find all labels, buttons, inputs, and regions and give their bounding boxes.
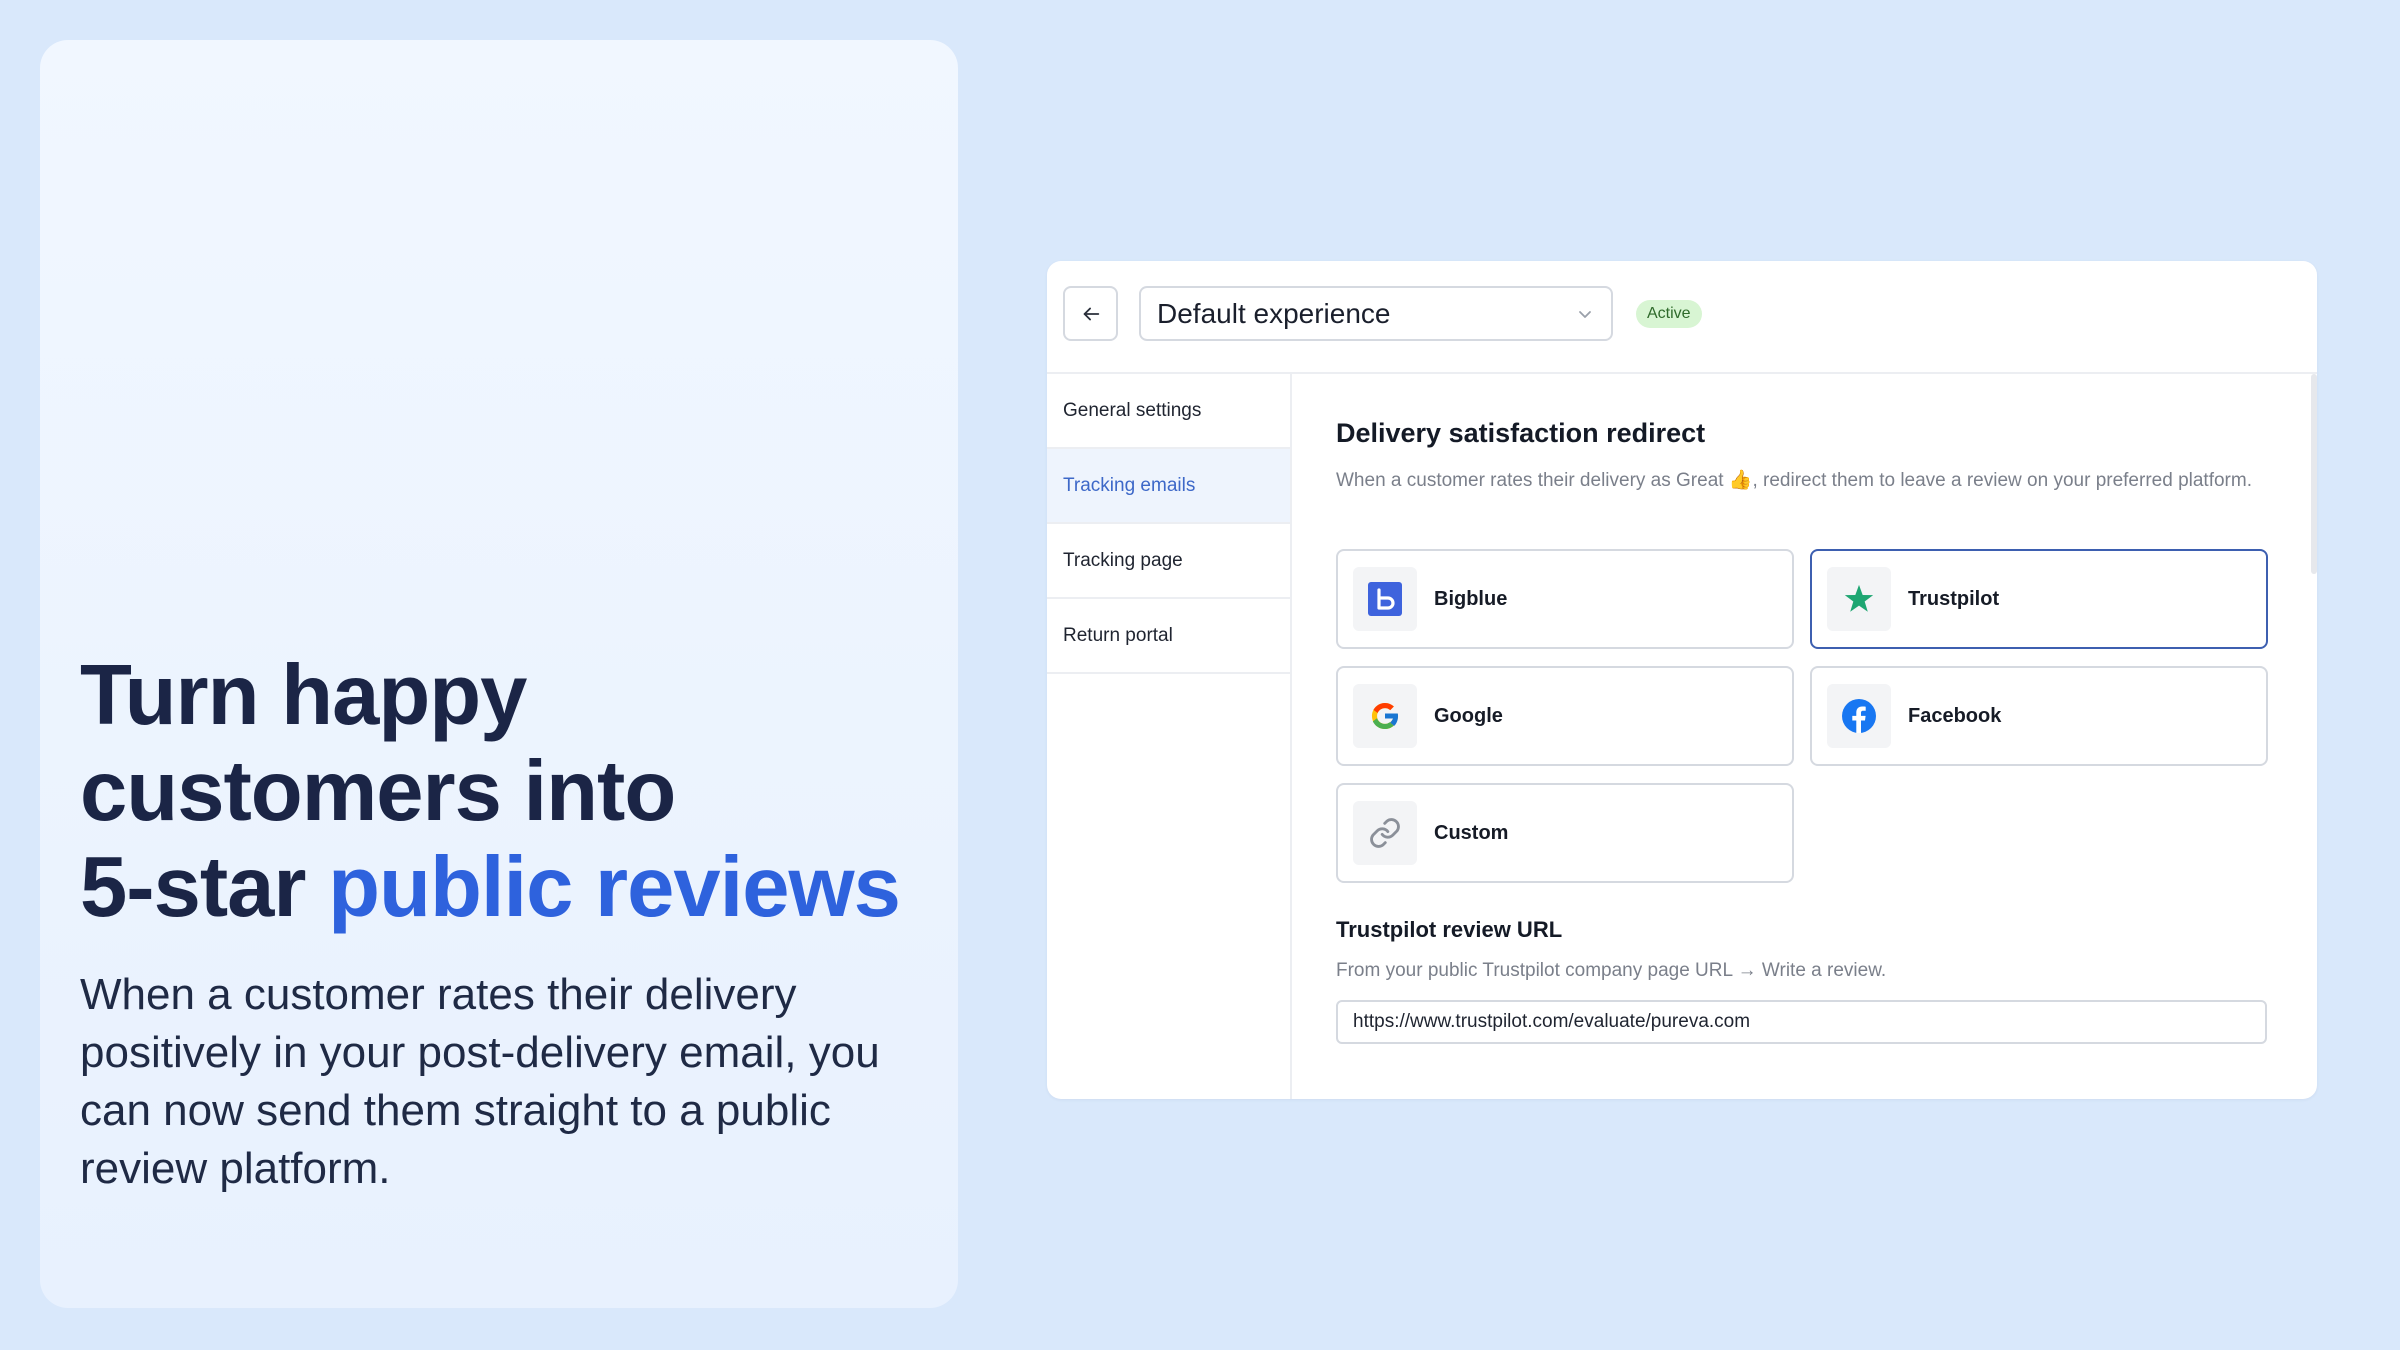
headline-prefix: 5-star bbox=[80, 840, 329, 935]
top-bar: Default experience Active bbox=[1047, 261, 2317, 374]
sidebar-item-return-portal[interactable]: Return portal bbox=[1047, 599, 1290, 674]
platform-label-google: Google bbox=[1434, 704, 1503, 727]
platform-label-bigblue: Bigblue bbox=[1434, 587, 1508, 610]
headline: Turn happy customers into 5-star public … bbox=[80, 648, 920, 936]
settings-sidebar: General settings Tracking emails Trackin… bbox=[1047, 374, 1292, 1099]
link-icon bbox=[1353, 801, 1417, 865]
section-title: Delivery satisfaction redirect bbox=[1336, 418, 1706, 448]
platform-option-bigblue[interactable]: Bigblue bbox=[1336, 549, 1794, 649]
experience-value: Default experience bbox=[1157, 297, 1391, 329]
main-panel: Delivery satisfaction redirect When a cu… bbox=[1292, 374, 2317, 1099]
platform-label-custom: Custom bbox=[1434, 821, 1509, 844]
platform-option-trustpilot[interactable]: Trustpilot bbox=[1810, 549, 2268, 649]
headline-line-3: 5-star public reviews bbox=[80, 840, 920, 936]
facebook-logo-icon bbox=[1827, 684, 1891, 748]
platform-option-custom[interactable]: Custom bbox=[1336, 783, 1794, 883]
platform-option-facebook[interactable]: Facebook bbox=[1810, 666, 2268, 766]
section-description: When a customer rates their delivery as … bbox=[1336, 470, 2252, 491]
bigblue-logo-icon bbox=[1353, 567, 1417, 631]
scrollbar[interactable] bbox=[2311, 374, 2317, 574]
chevron-down-icon bbox=[1579, 311, 1591, 318]
platform-option-google[interactable]: Google bbox=[1336, 666, 1794, 766]
back-button[interactable] bbox=[1063, 286, 1118, 341]
trustpilot-star-icon bbox=[1827, 567, 1891, 631]
google-logo-icon bbox=[1353, 684, 1417, 748]
sidebar-item-general-settings[interactable]: General settings bbox=[1047, 374, 1290, 449]
review-url-title: Trustpilot review URL bbox=[1336, 917, 1563, 942]
platform-label-facebook: Facebook bbox=[1908, 704, 2002, 727]
promo-subtext: When a customer rates their delivery pos… bbox=[80, 970, 880, 1193]
review-url-hint: From your public Trustpilot company page… bbox=[1336, 960, 1887, 981]
headline-line-1: Turn happy bbox=[80, 648, 527, 743]
experience-select[interactable]: Default experience bbox=[1139, 286, 1613, 341]
arrow-left-icon bbox=[1083, 307, 1099, 320]
app-window: Default experience Active General settin… bbox=[1047, 261, 2317, 1099]
sidebar-item-tracking-page[interactable]: Tracking page bbox=[1047, 524, 1290, 599]
platform-label-trustpilot: Trustpilot bbox=[1908, 587, 2000, 610]
headline-line-2: customers into bbox=[80, 744, 676, 839]
status-badge: Active bbox=[1636, 300, 1702, 328]
review-url-input[interactable] bbox=[1336, 1000, 2267, 1044]
headline-accent: public reviews bbox=[328, 840, 901, 935]
sidebar-item-tracking-emails[interactable]: Tracking emails bbox=[1047, 449, 1290, 524]
